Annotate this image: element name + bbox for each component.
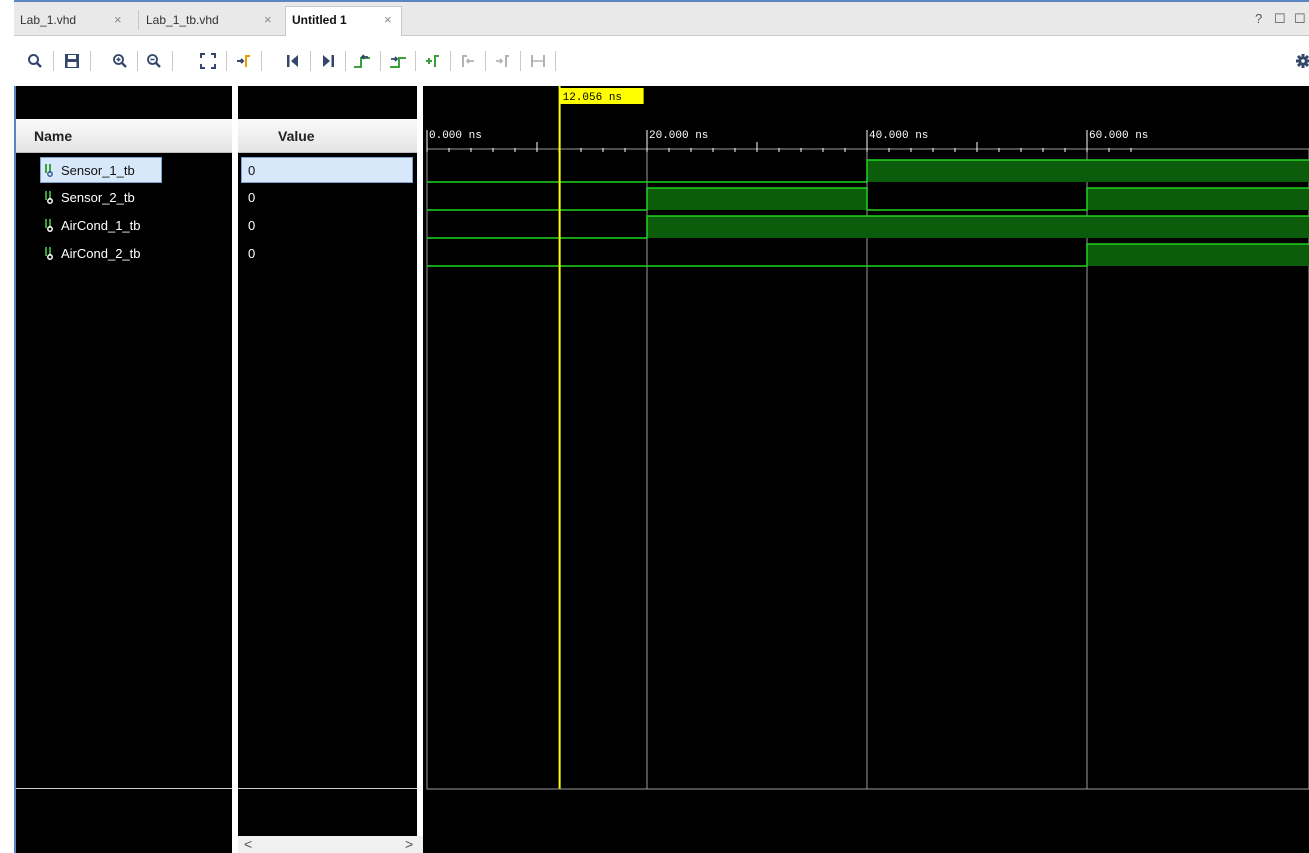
close-icon[interactable]: × xyxy=(114,8,122,32)
signal-row-sensor-1-tb[interactable]: Sensor_1_tb xyxy=(40,157,162,183)
signal-row-aircond-2-tb[interactable]: AirCond_2_tb xyxy=(40,241,210,267)
name-column-header[interactable]: Name xyxy=(16,119,232,153)
go-to-cursor-icon[interactable] xyxy=(232,50,254,72)
signal-icon xyxy=(45,247,53,260)
ruler-label: 60.000 ns xyxy=(1089,130,1148,142)
toolbar-separator xyxy=(90,51,91,71)
toolbar-separator xyxy=(380,51,381,71)
toolbar-separator xyxy=(310,51,311,71)
swap-cursors-icon[interactable] xyxy=(527,50,549,72)
waveform-viewer-window: Lab_1.vhd × Lab_1_tb.vhd × Untitled 1 × … xyxy=(0,0,1309,853)
help-icon[interactable]: ? xyxy=(1255,11,1262,26)
signal-row-sensor-2-tb[interactable]: Sensor_2_tb xyxy=(40,185,210,211)
signal-value-aircond-2-tb[interactable]: 0 xyxy=(241,241,413,267)
zoom-in-icon[interactable] xyxy=(109,50,131,72)
tab-label: Lab_1_tb.vhd xyxy=(146,13,219,27)
toolbar-separator xyxy=(555,51,556,71)
wave-high-fill xyxy=(867,160,1309,182)
toolbar-separator xyxy=(53,51,54,71)
waveform-canvas[interactable]: 0.000 ns 20.000 ns 40.000 ns 60.000 ns 12.05… xyxy=(423,86,1309,836)
toolbar-separator xyxy=(485,51,486,71)
wave-high-fill xyxy=(1087,188,1309,210)
signal-name: AirCond_2_tb xyxy=(61,246,141,261)
cursor-time-label: 12.056 ns xyxy=(563,92,622,104)
value-panel-footer-line xyxy=(238,788,417,789)
settings-gear-icon[interactable] xyxy=(1292,50,1309,72)
tab-lab1-tb-vhd[interactable]: Lab_1_tb.vhd × xyxy=(140,8,286,36)
panel-left-edge xyxy=(14,86,16,853)
add-marker-icon[interactable] xyxy=(422,50,444,72)
tab-untitled-1[interactable]: Untitled 1 × xyxy=(285,6,402,37)
tab-label: Untitled 1 xyxy=(292,13,347,27)
toolbar-separator xyxy=(415,51,416,71)
signal-value-aircond-1-tb[interactable]: 0 xyxy=(241,213,413,239)
signal-name: Sensor_1_tb xyxy=(61,163,135,178)
tab-lab1-vhd[interactable]: Lab_1.vhd × xyxy=(14,8,138,36)
ruler-label: 0.000 ns xyxy=(429,130,482,142)
signal-name: Sensor_2_tb xyxy=(61,190,135,205)
maximize-icon[interactable]: ☐ xyxy=(1294,11,1306,27)
ruler-label: 40.000 ns xyxy=(869,130,928,142)
toolbar-separator xyxy=(226,51,227,71)
tab-separator xyxy=(138,10,139,30)
close-icon[interactable]: × xyxy=(264,8,272,32)
go-to-time-zero-icon[interactable] xyxy=(282,50,304,72)
editor-tab-bar: Lab_1.vhd × Lab_1_tb.vhd × Untitled 1 × … xyxy=(14,2,1309,37)
previous-marker-icon[interactable] xyxy=(457,50,479,72)
signal-icon xyxy=(45,164,53,177)
go-to-last-time-icon[interactable] xyxy=(317,50,339,72)
search-icon[interactable] xyxy=(24,50,46,72)
toolbar-separator xyxy=(520,51,521,71)
wave-high-fill xyxy=(647,216,1309,238)
previous-transition-icon[interactable] xyxy=(351,50,373,72)
signal-value: 0 xyxy=(248,163,256,178)
name-panel-footer-line xyxy=(16,788,232,789)
signal-row-aircond-1-tb[interactable]: AirCond_1_tb xyxy=(40,213,210,239)
scroll-left-icon[interactable]: < xyxy=(244,836,252,852)
tab-label: Lab_1.vhd xyxy=(20,13,77,27)
signal-value: 0 xyxy=(248,218,256,233)
toolbar-separator xyxy=(450,51,451,71)
next-transition-icon[interactable] xyxy=(387,50,409,72)
waveform-panel[interactable]: 0.000 ns 20.000 ns 40.000 ns 60.000 ns 12.05… xyxy=(423,86,1309,853)
wave-high-fill xyxy=(647,188,867,210)
signal-name: AirCond_1_tb xyxy=(61,218,141,233)
restore-icon[interactable]: ☐ xyxy=(1274,11,1286,27)
ruler-label: 20.000 ns xyxy=(649,130,708,142)
toolbar-separator xyxy=(345,51,346,71)
scroll-right-icon[interactable]: > xyxy=(405,836,413,852)
next-marker-icon[interactable] xyxy=(492,50,514,72)
value-scrollbar[interactable]: < > xyxy=(238,836,423,853)
toolbar-separator xyxy=(137,51,138,71)
zoom-fit-icon[interactable] xyxy=(197,50,219,72)
zoom-out-icon[interactable] xyxy=(143,50,165,72)
signal-value: 0 xyxy=(248,246,256,261)
toolbar-separator xyxy=(261,51,262,71)
toolbar-separator xyxy=(172,51,173,71)
close-icon[interactable]: × xyxy=(384,7,392,33)
waveform-toolbar xyxy=(14,36,1309,86)
value-column-header[interactable]: Value xyxy=(238,119,417,153)
save-icon[interactable] xyxy=(61,50,83,72)
signal-value-sensor-1-tb[interactable]: 0 xyxy=(241,157,413,183)
signal-value: 0 xyxy=(248,190,256,205)
signal-icon xyxy=(45,219,53,232)
signal-icon xyxy=(45,191,53,204)
signal-value-sensor-2-tb[interactable]: 0 xyxy=(241,185,413,211)
wave-high-fill xyxy=(1087,244,1309,266)
